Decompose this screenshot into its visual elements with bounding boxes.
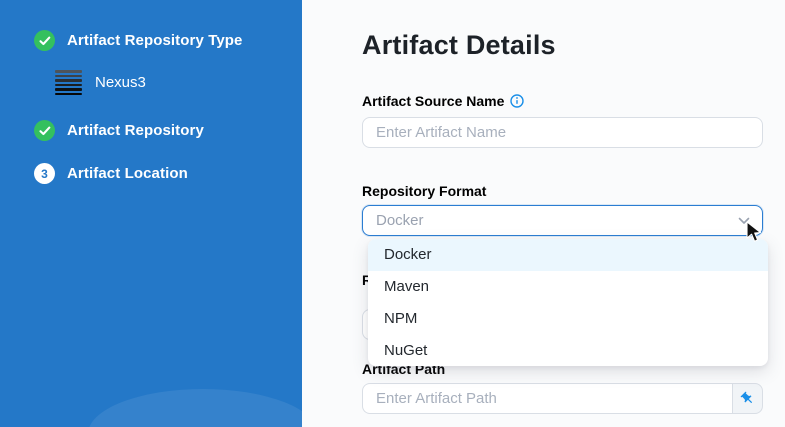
artifact-source-name-input[interactable]	[362, 117, 763, 148]
step-number-badge: 3	[34, 163, 55, 184]
pushpin-icon	[737, 388, 758, 409]
sidebar-item-artifact-repository[interactable]: Artifact Repository	[34, 120, 204, 141]
info-circle-icon[interactable]	[510, 94, 524, 108]
artifact-path-field	[362, 383, 763, 414]
dropdown-option-nuget[interactable]: NuGet	[368, 334, 768, 366]
repository-format-select[interactable]: Docker	[362, 205, 763, 236]
check-circle-icon	[34, 30, 55, 51]
repository-format-dropdown: Docker Maven NPM NuGet	[368, 239, 768, 366]
artifact-source-name-label: Artifact Source Name	[362, 93, 524, 109]
chevron-down-icon	[738, 217, 750, 225]
step-label: Artifact Repository Type	[67, 32, 243, 49]
pin-button[interactable]	[732, 383, 763, 414]
artifact-path-input[interactable]	[362, 383, 732, 414]
sidebar-item-artifact-location[interactable]: 3 Artifact Location	[34, 163, 188, 184]
step-label: Artifact Location	[67, 165, 188, 182]
wizard-steps-sidebar: Artifact Repository Type Nexus3 Artifact…	[0, 0, 302, 427]
wizard-dialog: Artifact Repository Type Nexus3 Artifact…	[0, 0, 785, 427]
substep-label: Nexus3	[95, 74, 146, 91]
sidebar-decorative-arc	[88, 389, 302, 427]
selected-value: Docker	[376, 212, 424, 229]
repository-format-label: Repository Format	[362, 183, 486, 199]
dropdown-option-docker[interactable]: Docker	[368, 239, 768, 271]
dropdown-option-maven[interactable]: Maven	[368, 271, 768, 303]
step-label: Artifact Repository	[67, 122, 204, 139]
label-text: Repository Format	[362, 183, 486, 199]
nexus3-stacked-bars-icon	[55, 70, 82, 95]
sidebar-item-nexus3[interactable]: Nexus3	[55, 70, 146, 95]
dropdown-option-npm[interactable]: NPM	[368, 303, 768, 335]
label-text: Artifact Source Name	[362, 93, 504, 109]
page-title: Artifact Details	[362, 30, 556, 61]
check-circle-icon	[34, 120, 55, 141]
sidebar-item-artifact-repository-type[interactable]: Artifact Repository Type	[34, 30, 243, 51]
